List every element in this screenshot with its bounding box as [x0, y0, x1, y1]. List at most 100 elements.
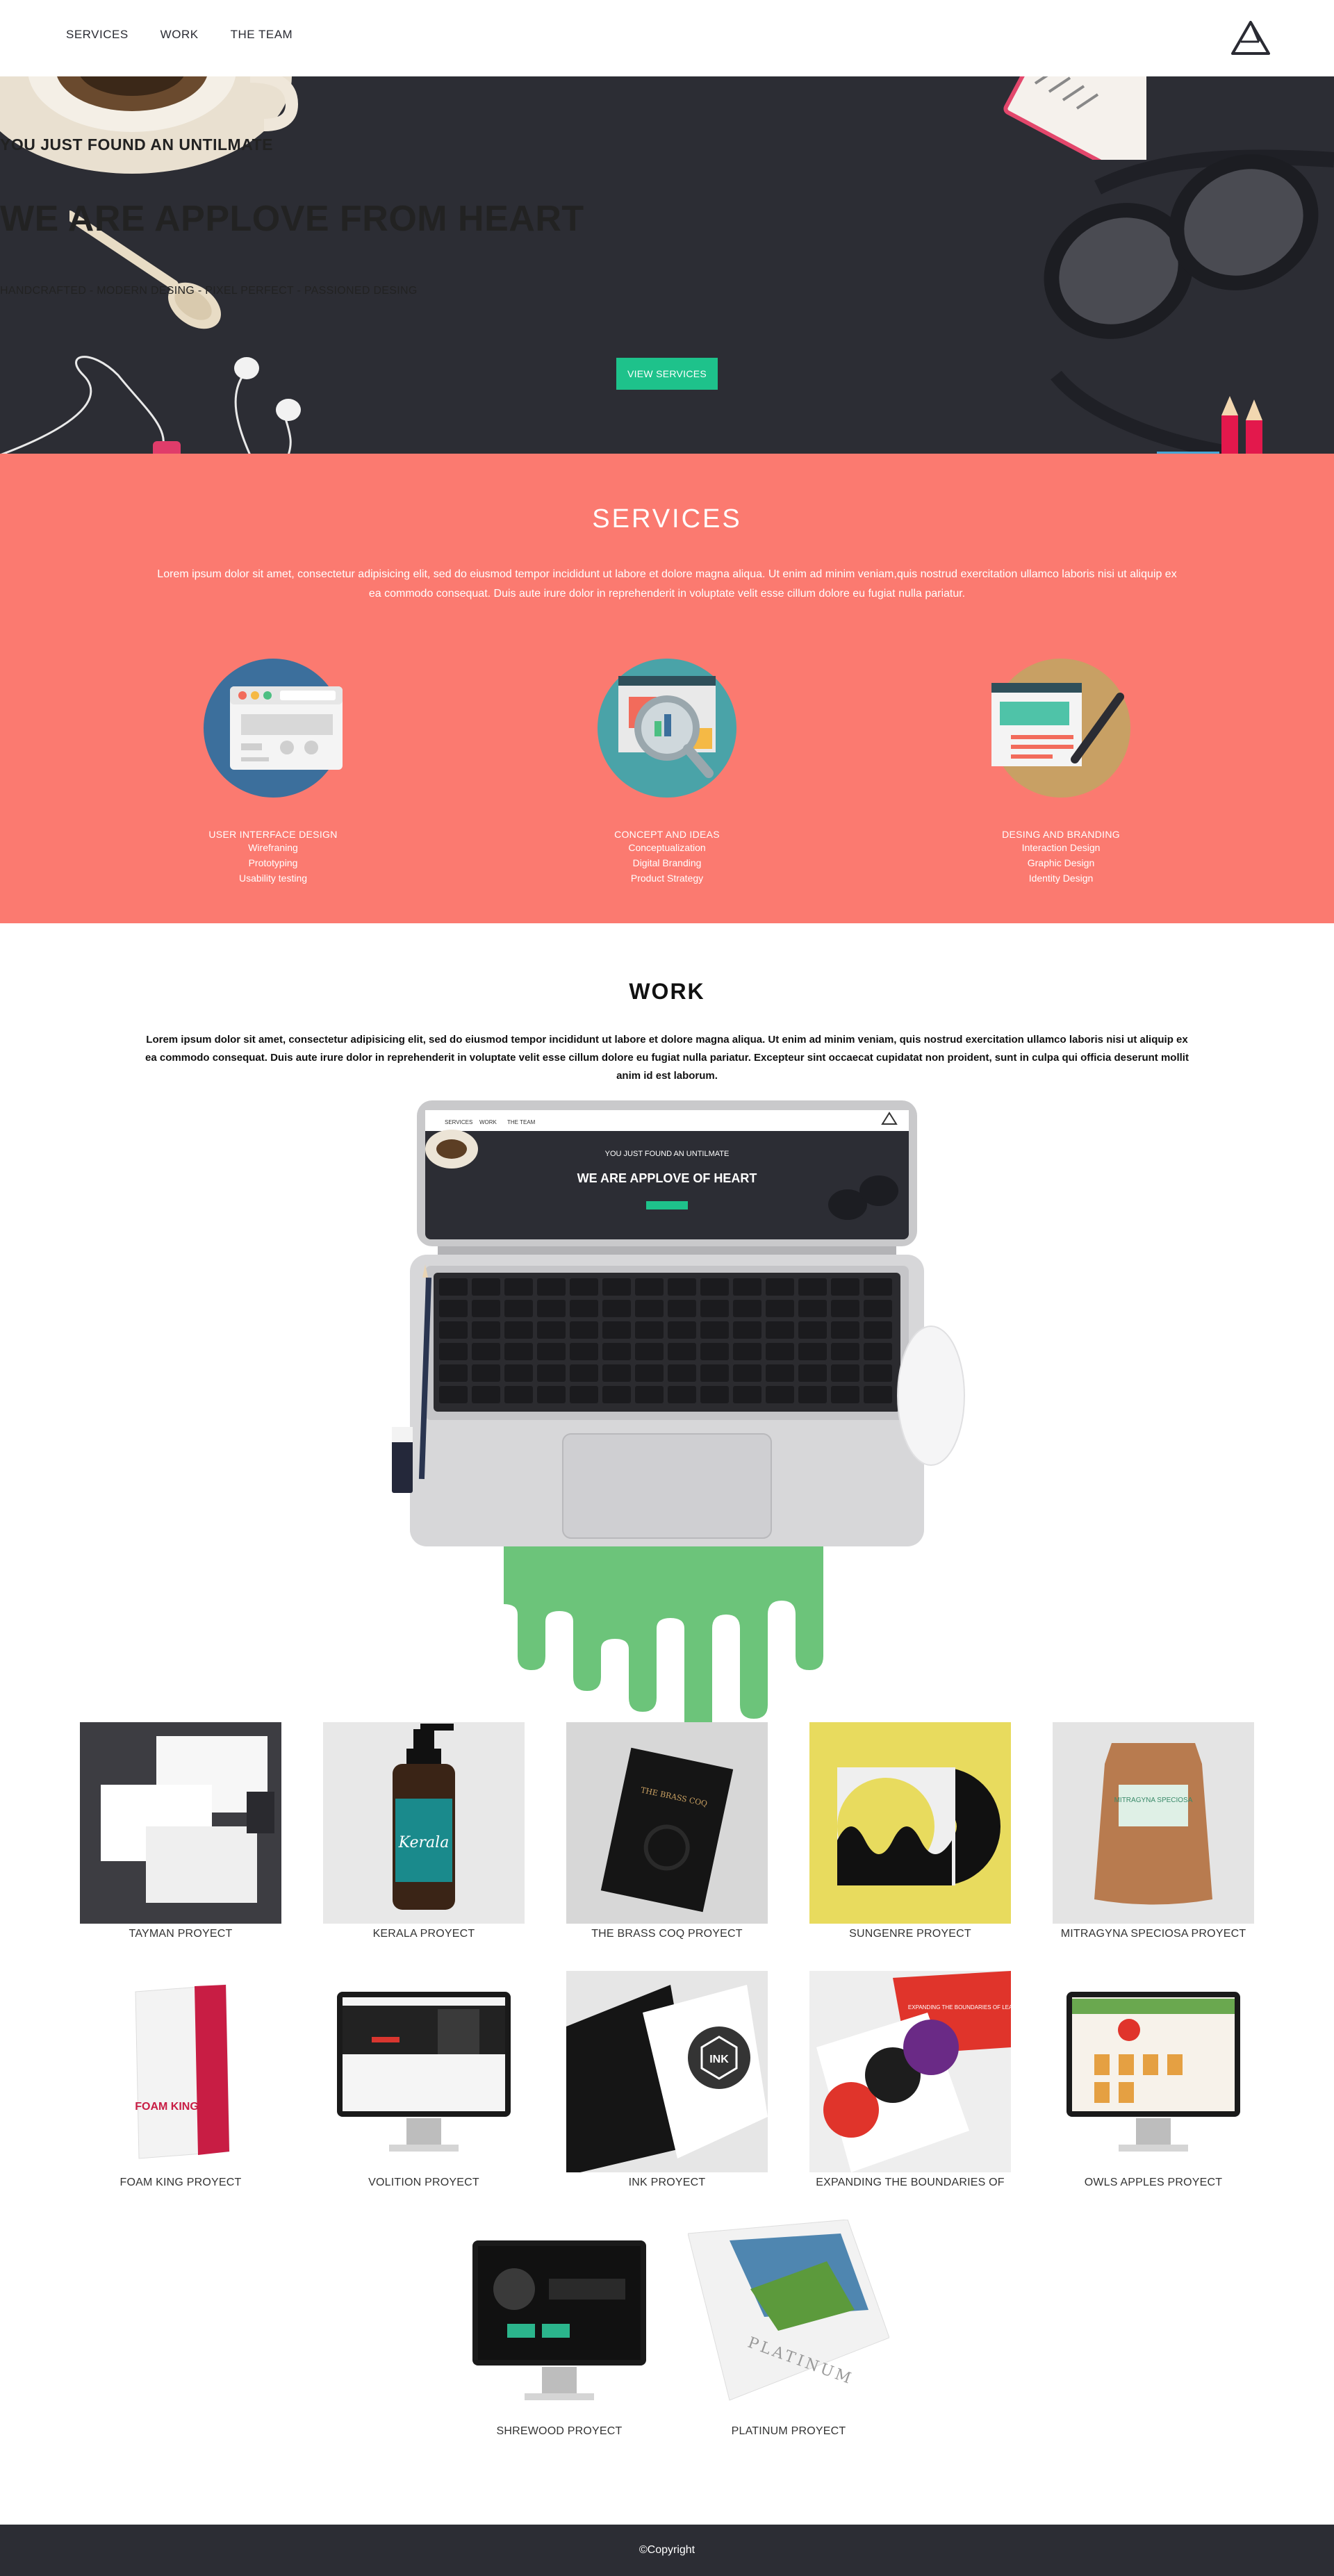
project-foam-king[interactable]: FOAM KING FOAM KING PROYECT — [80, 1971, 281, 2189]
keyboard-key — [504, 1364, 533, 1382]
project-label: FOAM KING PROYECT — [120, 2177, 242, 2188]
keyboard-key — [472, 1386, 500, 1403]
keyboard-key — [668, 1278, 696, 1296]
project-thumb: MITRAGYNA SPECIOSA — [1053, 1722, 1254, 1924]
nav-link-services[interactable]: SERVICES — [66, 28, 129, 42]
project-label: PLATINUM PROYECT — [731, 2425, 846, 2437]
keyboard-key — [766, 1278, 794, 1296]
project-sungenre[interactable]: SUNGENRE PROYECT — [809, 1722, 1011, 1940]
keyboard-key — [439, 1364, 468, 1382]
project-expanding[interactable]: EXPANDING THE BOUNDARIES OF LEARNING EXP… — [809, 1971, 1011, 2189]
keyboard-key — [635, 1386, 664, 1403]
keyboard-key — [602, 1343, 631, 1360]
keyboard-key — [439, 1343, 468, 1360]
keyboard-key — [668, 1364, 696, 1382]
service-item: Product Strategy — [630, 873, 704, 884]
keyboard-key — [700, 1300, 729, 1317]
keyboard-key — [537, 1321, 566, 1339]
keyboard-key — [439, 1321, 468, 1339]
keyboard-key — [504, 1300, 533, 1317]
project-thumb: FOAM KING — [80, 1971, 281, 2172]
project-volition[interactable]: VOLITION PROYECT — [323, 1971, 525, 2189]
services-section: SERVICES Lorem ipsum dolor sit amet, con… — [0, 454, 1334, 923]
keyboard-key — [798, 1321, 827, 1339]
project-thumb — [1053, 1971, 1254, 2172]
keyboard-key — [864, 1386, 892, 1403]
magnifier-chart-icon — [598, 659, 736, 798]
nav-link-team[interactable]: THE TEAM — [231, 28, 293, 42]
footer: ©Copyright — [0, 2525, 1334, 2576]
project-mitragyna[interactable]: MITRAGYNA SPECIOSA MITRAGYNA SPECIOSA PR… — [1053, 1722, 1254, 1940]
keyboard-key — [439, 1300, 468, 1317]
kerala-bottle-label: Kerala — [398, 1834, 450, 1851]
mitragyna-label: MITRAGYNA SPECIOSA — [1114, 1797, 1193, 1804]
project-label: MITRAGYNA SPECIOSA PROYECT — [1060, 1928, 1246, 1940]
project-thumb — [323, 1971, 525, 2172]
project-thumb — [459, 2220, 660, 2421]
project-tayman[interactable]: TAYMAN PROYECT — [80, 1722, 281, 1940]
service-name: CONCEPT AND IDEAS — [614, 829, 720, 840]
laptop-screen-nav-services: SERVICES — [445, 1119, 472, 1125]
project-ink[interactable]: INK INK PROYECT — [566, 1971, 768, 2189]
keyboard-key — [635, 1364, 664, 1382]
keyboard-key — [635, 1343, 664, 1360]
keyboard-key — [472, 1364, 500, 1382]
project-thumb: Kerala — [323, 1722, 525, 1924]
keyboard-key — [635, 1278, 664, 1296]
work-title: WORK — [629, 979, 705, 1004]
keyboard-key — [537, 1386, 566, 1403]
laptop-mockup: SERVICES WORK THE TEAM YOU JUST FOUND AN… — [361, 1100, 973, 1743]
expanding-headline: EXPANDING THE BOUNDARIES OF LEARNING — [908, 2004, 1011, 2011]
service-ui-design: USER INTERFACE DESIGN Wirefraning Protot… — [162, 659, 384, 886]
keyboard-key — [700, 1386, 729, 1403]
triangle-logo-icon[interactable] — [1231, 21, 1270, 56]
trackpad — [562, 1433, 772, 1539]
view-services-button[interactable]: VIEW SERVICES — [616, 358, 718, 390]
project-label: KERALA PROYECT — [372, 1928, 475, 1940]
keyboard-key — [472, 1343, 500, 1360]
hero-section: YOU JUST FOUND AN UNTILMATE WE ARE APPLO… — [0, 76, 1334, 454]
keyboard-key — [537, 1343, 566, 1360]
project-label: SUNGENRE PROYECT — [849, 1928, 971, 1940]
keyboard-key — [537, 1278, 566, 1296]
nav-links: SERVICES WORK THE TEAM — [66, 28, 293, 42]
keyboard-key — [766, 1300, 794, 1317]
keyboard-key — [864, 1278, 892, 1296]
project-label: OWLS APPLES PROYECT — [1084, 2177, 1223, 2188]
keyboard-key — [537, 1300, 566, 1317]
project-platinum[interactable]: PLATINUM PLATINUM PROYECT — [688, 2220, 889, 2438]
project-thumb — [809, 1722, 1011, 1924]
keyboard-key — [831, 1386, 859, 1403]
service-concept-ideas: CONCEPT AND IDEAS Conceptualization Digi… — [556, 659, 778, 886]
slime-drip — [504, 1517, 823, 1743]
keyboard-key — [504, 1386, 533, 1403]
keyboard-key — [472, 1321, 500, 1339]
project-kerala[interactable]: Kerala KERALA PROYECT — [323, 1722, 525, 1940]
hero-kicker: YOU JUST FOUND AN UNTILMATE — [0, 135, 273, 154]
pen-document-icon — [991, 659, 1130, 798]
keyboard-key — [504, 1343, 533, 1360]
keyboard-key — [570, 1386, 598, 1403]
project-label: VOLITION PROYECT — [368, 2177, 479, 2188]
keyboard-key — [733, 1343, 761, 1360]
keyboard-key — [668, 1343, 696, 1360]
hero-title: WE ARE APPLOVE FROM HEART — [0, 199, 584, 239]
keyboard-key — [864, 1343, 892, 1360]
keyboard-key — [537, 1364, 566, 1382]
earphones-decoration — [1, 356, 301, 454]
keyboard-key — [668, 1321, 696, 1339]
project-label: THE BRASS COQ PROYECT — [591, 1928, 743, 1940]
keyboard-key — [766, 1321, 794, 1339]
project-brass-coq[interactable]: THE BRASS COQ THE BRASS COQ PROYECT — [566, 1722, 768, 1940]
keyboard-key — [668, 1386, 696, 1403]
project-owls-apples[interactable]: OWLS APPLES PROYECT — [1053, 1971, 1254, 2189]
keyboard-key — [831, 1278, 859, 1296]
service-item: Interaction Design — [1021, 842, 1101, 853]
keyboard-key — [570, 1278, 598, 1296]
hero-subtitle: HANDCRAFTED - MODERN DESING - PIXEL PERF… — [0, 285, 418, 297]
keyboard-key — [635, 1321, 664, 1339]
nav-link-work[interactable]: WORK — [160, 28, 199, 42]
service-item: Wirefraning — [248, 842, 298, 853]
project-shrewood[interactable]: SHREWOOD PROYECT — [459, 2220, 660, 2438]
keyboard-key — [766, 1364, 794, 1382]
